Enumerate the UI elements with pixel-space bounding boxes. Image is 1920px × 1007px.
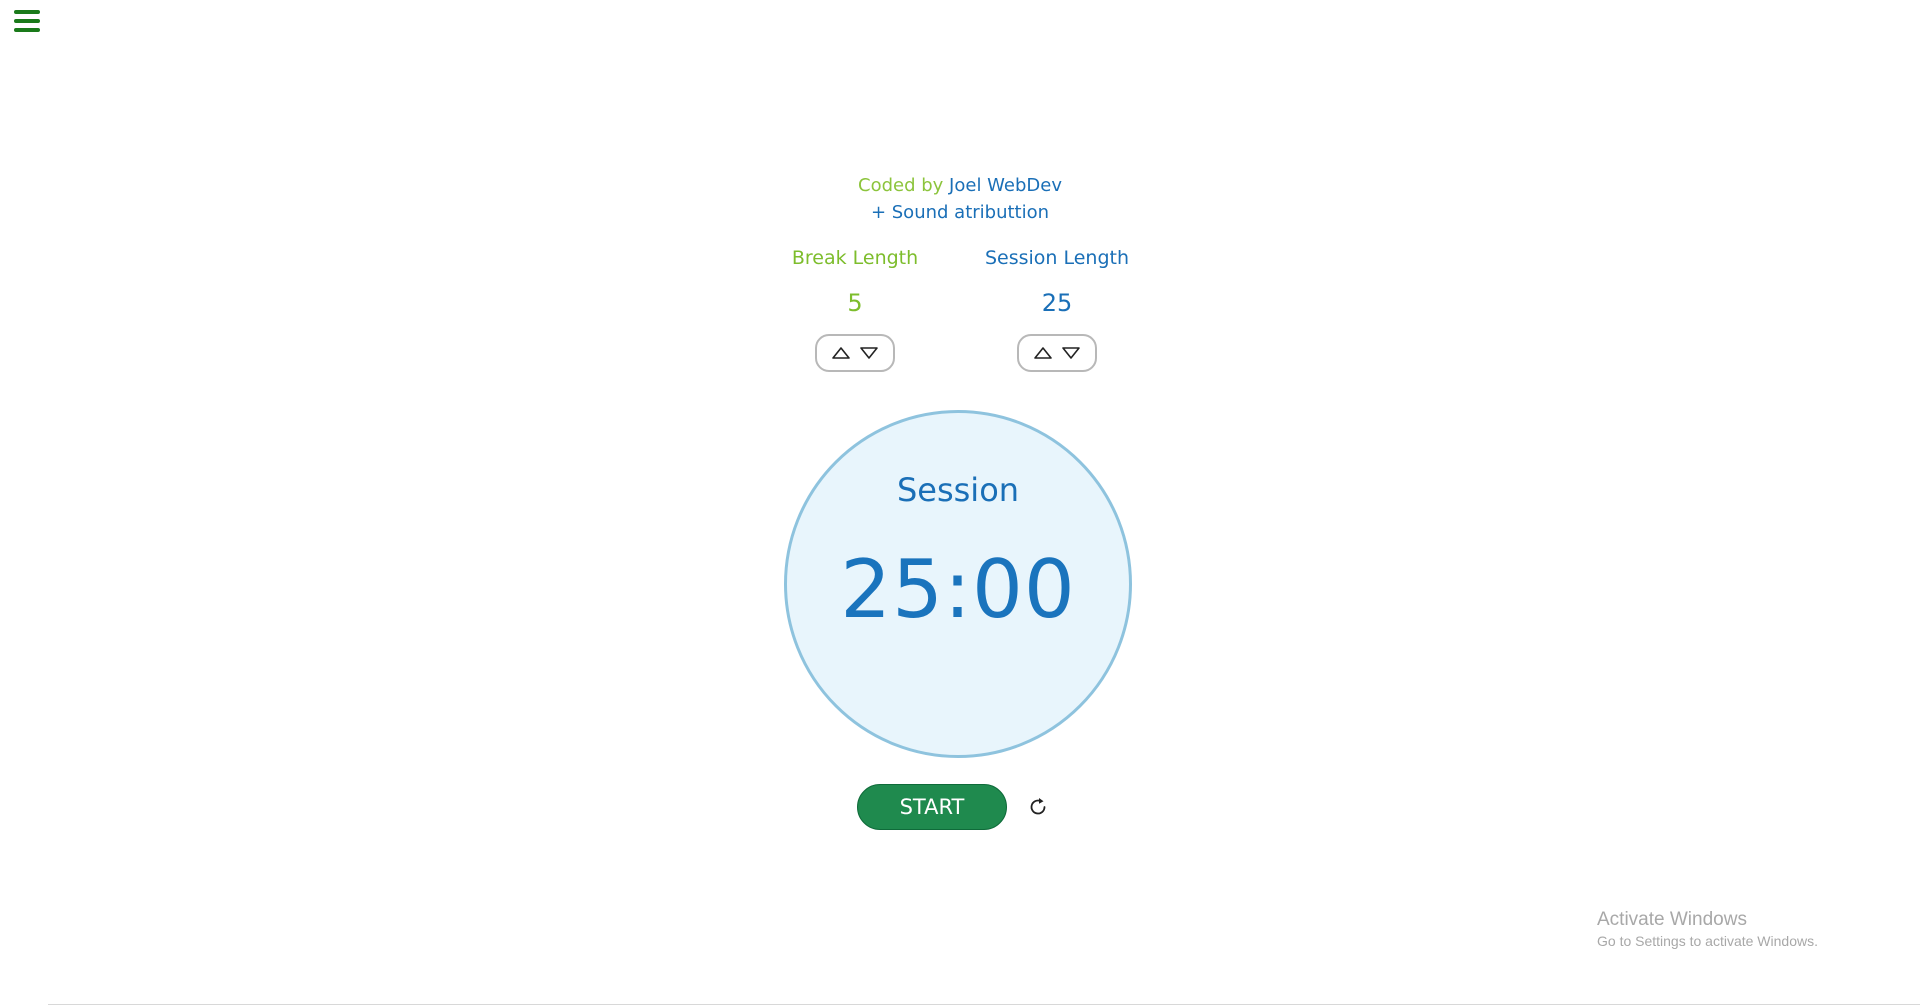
hamburger-menu-icon[interactable] bbox=[14, 10, 40, 32]
credits: Coded by Joel WebDev + Sound atributtion bbox=[0, 172, 1920, 226]
bottom-divider bbox=[48, 1004, 1920, 1005]
session-decrement-button[interactable] bbox=[1060, 342, 1082, 364]
break-length-value: 5 bbox=[847, 289, 863, 317]
coded-by-text: Coded by bbox=[858, 175, 944, 196]
session-length-control: Session Length 25 bbox=[957, 244, 1157, 372]
start-button[interactable]: START bbox=[857, 784, 1007, 830]
timer-mode-label: Session bbox=[896, 471, 1020, 509]
windows-activation-watermark: Activate Windows Go to Settings to activ… bbox=[1597, 908, 1818, 950]
session-length-label: Session Length bbox=[984, 247, 1130, 269]
triangle-up-icon bbox=[832, 347, 850, 359]
activate-windows-subtitle: Go to Settings to activate Windows. bbox=[1597, 933, 1818, 949]
pomodoro-page: Coded by Joel WebDev + Sound atributtion… bbox=[0, 0, 1920, 1007]
session-increment-button[interactable] bbox=[1032, 342, 1054, 364]
timer-circle: Session 25:00 bbox=[784, 410, 1132, 758]
credits-line: Coded by Joel WebDev bbox=[0, 172, 1920, 199]
sound-attribution-link[interactable]: + Sound atributtion bbox=[0, 199, 1920, 226]
author-link[interactable]: Joel WebDev bbox=[949, 175, 1062, 196]
break-decrement-button[interactable] bbox=[858, 342, 880, 364]
timer-display: 25:00 bbox=[840, 543, 1076, 636]
triangle-down-icon bbox=[860, 347, 878, 359]
break-increment-button[interactable] bbox=[830, 342, 852, 364]
triangle-up-icon bbox=[1034, 347, 1052, 359]
session-length-value: 25 bbox=[1041, 289, 1073, 317]
triangle-down-icon bbox=[1062, 347, 1080, 359]
break-length-control: Break Length 5 bbox=[755, 244, 955, 372]
break-length-label: Break Length bbox=[791, 247, 919, 269]
session-length-stepper bbox=[1017, 334, 1097, 372]
activate-windows-title: Activate Windows bbox=[1597, 909, 1747, 930]
break-length-stepper bbox=[815, 334, 895, 372]
reset-icon[interactable] bbox=[1026, 795, 1050, 819]
